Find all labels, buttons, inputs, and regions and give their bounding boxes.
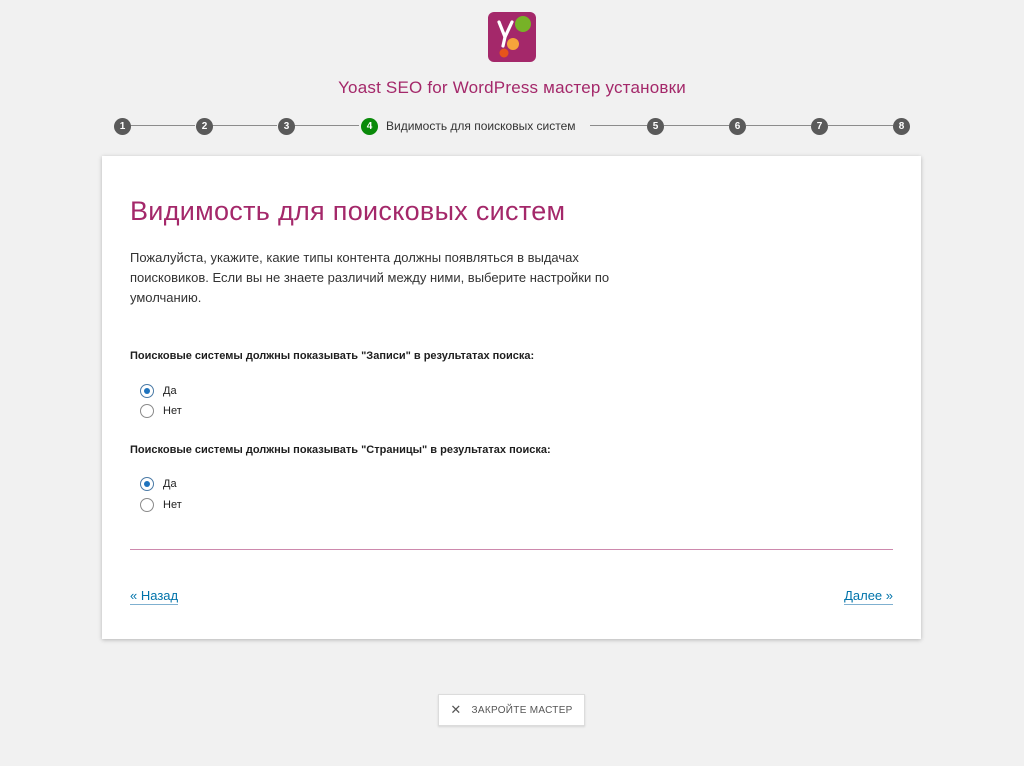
posts-visibility-question: Поисковые системы должны показывать "Зап… (130, 350, 535, 362)
pages-visibility-yes-option[interactable]: Да (140, 476, 177, 492)
step-8[interactable]: 8 (893, 118, 910, 135)
step-connector (590, 125, 647, 126)
wizard-stepper: 1 2 3 4 Видимость для поисковых систем 5… (0, 116, 1024, 136)
back-link[interactable]: « Назад (130, 588, 179, 605)
step-connector (828, 125, 893, 126)
step-3[interactable]: 3 (278, 118, 295, 135)
app-title: Yoast SEO for WordPress мастер установки (338, 78, 686, 97)
page-description: Пожалуйста, укажите, какие типы контента… (130, 250, 610, 305)
radio-label: Да (163, 385, 177, 397)
divider (130, 549, 893, 550)
step-connector (664, 125, 729, 126)
radio-label: Да (163, 478, 177, 490)
step-connector (746, 125, 811, 126)
step-4-active[interactable]: 4 (361, 118, 378, 135)
close-icon: ✕ (450, 702, 462, 717)
page-title: Видимость для поисковых систем (130, 196, 566, 226)
posts-visibility-yes-option[interactable]: Да (140, 383, 177, 399)
step-5[interactable]: 5 (647, 118, 664, 135)
radio-label: Нет (163, 499, 182, 511)
wizard-card: Видимость для поисковых систем Пожалуйст… (102, 156, 921, 639)
step-1[interactable]: 1 (114, 118, 131, 135)
step-6[interactable]: 6 (729, 118, 746, 135)
step-connector (212, 125, 277, 126)
radio-label: Нет (163, 405, 182, 417)
close-wizard-button[interactable]: ✕ ЗАКРОЙТЕ МАСТЕР (438, 694, 585, 726)
next-link[interactable]: Далее » (844, 588, 893, 605)
close-wizard-label: ЗАКРОЙТЕ МАСТЕР (471, 704, 573, 716)
pages-visibility-question: Поисковые системы должны показывать "Стр… (130, 444, 551, 456)
pages-visibility-yes-radio[interactable] (140, 477, 154, 491)
step-2[interactable]: 2 (196, 118, 213, 135)
pages-visibility-no-radio[interactable] (140, 498, 154, 512)
step-4-label: Видимость для поисковых систем (386, 119, 576, 133)
posts-visibility-yes-radio[interactable] (140, 384, 154, 398)
step-connector (130, 125, 195, 126)
yoast-logo-icon (488, 12, 536, 62)
pages-visibility-no-option[interactable]: Нет (140, 497, 182, 513)
posts-visibility-no-radio[interactable] (140, 404, 154, 418)
posts-visibility-no-option[interactable]: Нет (140, 403, 182, 419)
step-connector (294, 125, 359, 126)
step-7[interactable]: 7 (811, 118, 828, 135)
